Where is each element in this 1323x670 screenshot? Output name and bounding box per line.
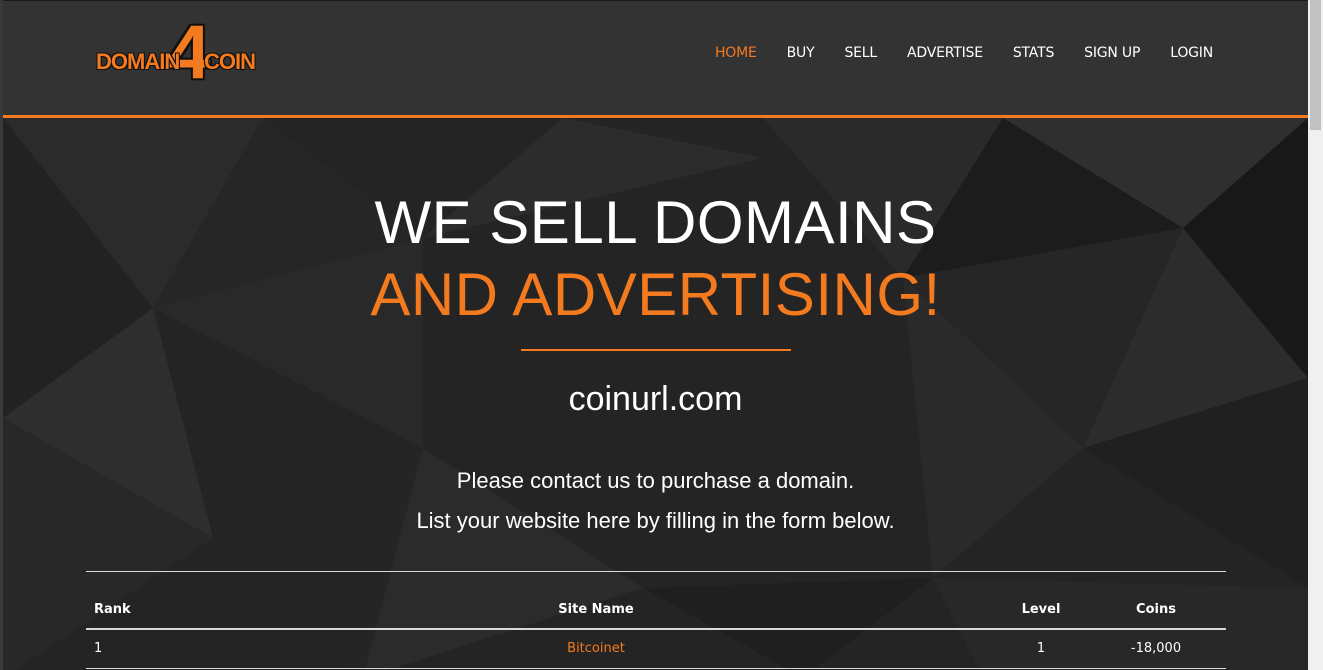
header-level: Level (1021, 602, 1061, 617)
table-row: 1 Bitcoinet 1 -18,000 (86, 630, 1226, 669)
domain-name: coinurl.com (568, 380, 743, 418)
nav-home[interactable]: HOME (715, 45, 757, 61)
row-site-link[interactable]: Bitcoinet (551, 641, 641, 656)
nav-sell[interactable]: SELL (844, 45, 877, 61)
vertical-scrollbar[interactable] (1308, 0, 1323, 670)
nav-stats[interactable]: STATS (1013, 45, 1054, 61)
hero-section: WE SELL DOMAINS AND ADVERTISING! coinurl… (3, 118, 1308, 670)
header-site-name: Site Name (558, 602, 634, 617)
logo-text-right: COIN (204, 49, 256, 74)
site-logo[interactable]: 4 DOMAIN COIN (96, 10, 271, 95)
logo-text-left: DOMAIN (96, 49, 180, 74)
headline-white: WE SELL DOMAINS (374, 189, 937, 256)
nav-login[interactable]: LOGIN (1170, 45, 1213, 61)
contact-line-2: List your website here by filling in the… (416, 508, 895, 533)
scrollbar-thumb[interactable] (1310, 0, 1321, 130)
nav-advertise[interactable]: ADVERTISE (907, 45, 983, 61)
nav-signup[interactable]: SIGN UP (1084, 45, 1140, 61)
row-coins: -18,000 (1130, 641, 1182, 656)
rank-table: Rank Site Name Level Coins 1 Bitcoinet 1… (86, 571, 1226, 669)
table-header-row: Rank Site Name Level Coins (86, 572, 1226, 630)
headline-orange: AND ADVERTISING! (370, 261, 941, 328)
header-bar: 4 DOMAIN COIN HOME BUY SELL ADVERTISE ST… (3, 0, 1308, 116)
nav-buy[interactable]: BUY (787, 45, 815, 61)
main-nav: HOME BUY SELL ADVERTISE STATS SIGN UP LO… (685, 45, 1213, 61)
header-coins: Coins (1136, 602, 1176, 617)
contact-line-1: Please contact us to purchase a domain. (456, 468, 855, 493)
row-rank: 1 (94, 641, 103, 656)
page: 4 DOMAIN COIN HOME BUY SELL ADVERTISE ST… (0, 0, 1308, 670)
header-rank: Rank (94, 602, 131, 617)
hero-divider (521, 349, 791, 351)
row-level: 1 (1036, 641, 1046, 656)
